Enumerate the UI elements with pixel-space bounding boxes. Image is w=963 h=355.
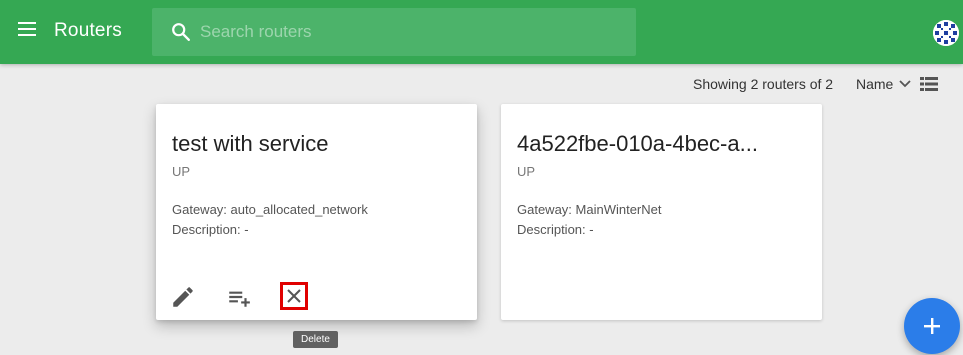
card-actions — [156, 282, 477, 312]
router-gateway: Gateway: auto_allocated_network — [172, 202, 368, 217]
sort-select[interactable]: Name — [856, 76, 893, 92]
page-title: Routers — [54, 20, 122, 41]
router-description: Description: - — [172, 222, 249, 237]
router-status: UP — [172, 164, 191, 179]
router-gateway: Gateway: MainWinterNet — [517, 202, 662, 217]
plus-icon — [924, 318, 940, 334]
search-box[interactable] — [152, 8, 636, 56]
top-app-bar: Routers — [0, 0, 963, 64]
router-card[interactable]: 4a522fbe-010a-4bec-a... UP Gateway: Main… — [501, 104, 822, 320]
avatar[interactable] — [933, 20, 959, 46]
router-name: test with service — [172, 131, 329, 156]
router-description: Description: - — [517, 222, 594, 237]
chevron-down-icon[interactable] — [898, 79, 912, 89]
router-card[interactable]: test with service UP Gateway: auto_alloc… — [156, 104, 477, 320]
add-router-button[interactable] — [904, 298, 960, 354]
router-name: 4a522fbe-010a-4bec-a... — [517, 131, 758, 156]
search-input[interactable] — [200, 8, 620, 56]
playlist-add-icon[interactable] — [226, 284, 252, 310]
delete-tooltip: Delete — [293, 331, 338, 348]
avatar-pattern-icon — [933, 20, 959, 46]
search-icon — [172, 23, 190, 41]
close-icon — [287, 289, 301, 303]
delete-button[interactable] — [280, 282, 308, 310]
menu-icon[interactable] — [18, 22, 38, 42]
result-count: Showing 2 routers of 2 — [693, 76, 834, 92]
list-view-icon[interactable] — [920, 76, 938, 92]
router-status: UP — [517, 164, 536, 179]
edit-icon[interactable] — [170, 284, 196, 310]
